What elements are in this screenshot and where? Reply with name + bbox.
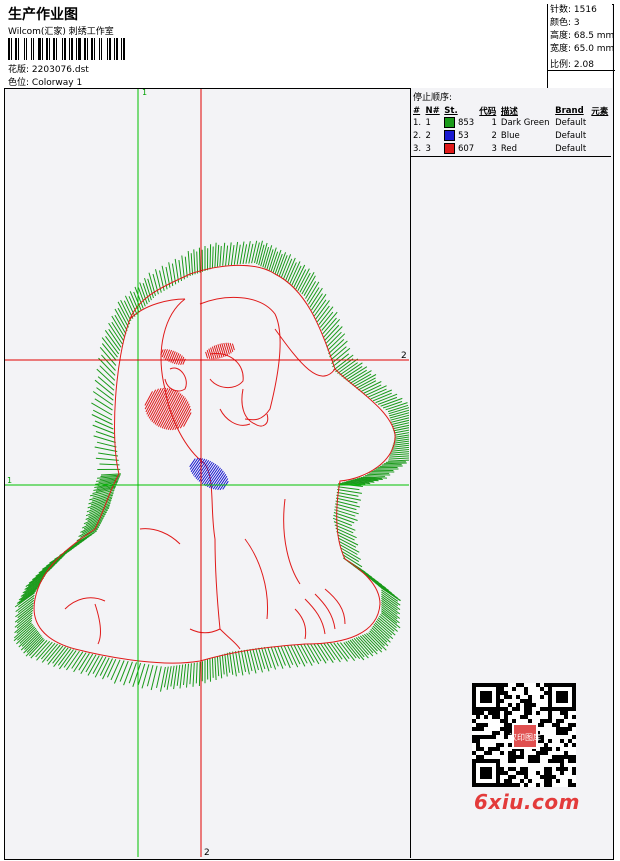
table-row[interactable]: 3. 3 607 3 Red Default	[411, 143, 611, 156]
col-description: 描述	[500, 107, 518, 117]
col-stitches: St.	[444, 106, 458, 116]
qr-code-graphic: 汉印图库	[472, 683, 576, 787]
row-element	[589, 143, 611, 156]
stop-table: # N# St. 代码 描述 Brand 元素 1. 1 853 1 Dark …	[411, 105, 611, 156]
barcode	[8, 38, 143, 60]
design-info: 花版: 2203076.dst	[8, 62, 89, 75]
row-stitches: 607	[442, 143, 477, 156]
qr-code: 汉印图库	[472, 683, 576, 787]
row-index: 2.	[413, 131, 422, 141]
row-description: Red	[500, 144, 518, 154]
page-title: 生产作业图	[8, 7, 78, 23]
stitch-count: 针数: 1516	[550, 5, 597, 15]
watermark: 6xiu.com	[474, 790, 580, 814]
stop-sequence-title: 停止顺序:	[413, 93, 453, 103]
header: 生产作业图 Wilcom(汇家) 刺绣工作室 花版: 2203076.dst 色…	[4, 4, 615, 89]
design-height: 高度: 68.5 mm	[550, 31, 615, 41]
col-brand: Brand	[555, 106, 584, 116]
color-swatch	[444, 130, 456, 141]
red-vertical-guide-label: 2	[204, 848, 210, 857]
col-code: 代码	[479, 107, 497, 117]
row-code: 2	[491, 131, 497, 141]
row-index: 3.	[413, 144, 422, 154]
stop-table-wrap: # N# St. 代码 描述 Brand 元素 1. 1 853 1 Dark …	[411, 105, 611, 157]
color-swatch	[444, 117, 456, 128]
row-stitches: 53	[442, 130, 477, 143]
design-value: 2203076.dst	[31, 65, 89, 75]
row-element	[589, 117, 611, 130]
colorway-value: Colorway 1	[31, 78, 83, 88]
row-element	[589, 130, 611, 143]
table-row[interactable]: 1. 1 853 1 Dark Green Default	[411, 117, 611, 130]
design-width: 宽度: 65.0 mm	[550, 44, 615, 54]
row-code: 1	[491, 118, 497, 128]
colorway-label: 色位:	[8, 78, 30, 88]
row-brand: Default	[555, 118, 587, 128]
stats-panel: 针数: 1516 颜色: 3 高度: 68.5 mm 宽度: 65.0 mm 比…	[547, 4, 615, 88]
red-horizontal-guide-label: 2	[401, 351, 407, 361]
row-brand: Default	[555, 144, 587, 154]
row-description: Dark Green	[500, 118, 550, 128]
col-number: N#	[425, 106, 440, 116]
design-scale: 比例: 2.08	[550, 60, 594, 70]
dog-outline	[33, 264, 396, 664]
row-number: 1	[425, 118, 431, 128]
col-index: #	[413, 106, 421, 116]
design-label: 花版:	[8, 65, 30, 75]
row-code: 3	[491, 144, 497, 154]
color-count: 颜色: 3	[550, 18, 580, 28]
company-name: Wilcom(汇家) 刺绣工作室	[8, 27, 114, 37]
row-number: 2	[425, 131, 431, 141]
stop-table-header: # N# St. 代码 描述 Brand 元素	[411, 105, 611, 117]
col-element: 元素	[591, 107, 609, 117]
design-canvas[interactable]: 1 1 2 2	[5, 89, 409, 857]
row-index: 1.	[413, 118, 422, 128]
row-brand: Default	[555, 131, 587, 141]
row-stitches: 853	[442, 117, 477, 130]
colorway-info: 色位: Colorway 1	[8, 75, 82, 88]
qr-logo-text: 汉印图库	[509, 732, 541, 742]
table-row[interactable]: 2. 2 53 2 Blue Default	[411, 130, 611, 143]
green-vertical-guide-label: 1	[142, 89, 147, 97]
color-swatch	[444, 143, 456, 154]
row-description: Blue	[500, 131, 520, 141]
green-horizontal-guide-label: 1	[7, 476, 12, 485]
row-number: 3	[425, 144, 431, 154]
